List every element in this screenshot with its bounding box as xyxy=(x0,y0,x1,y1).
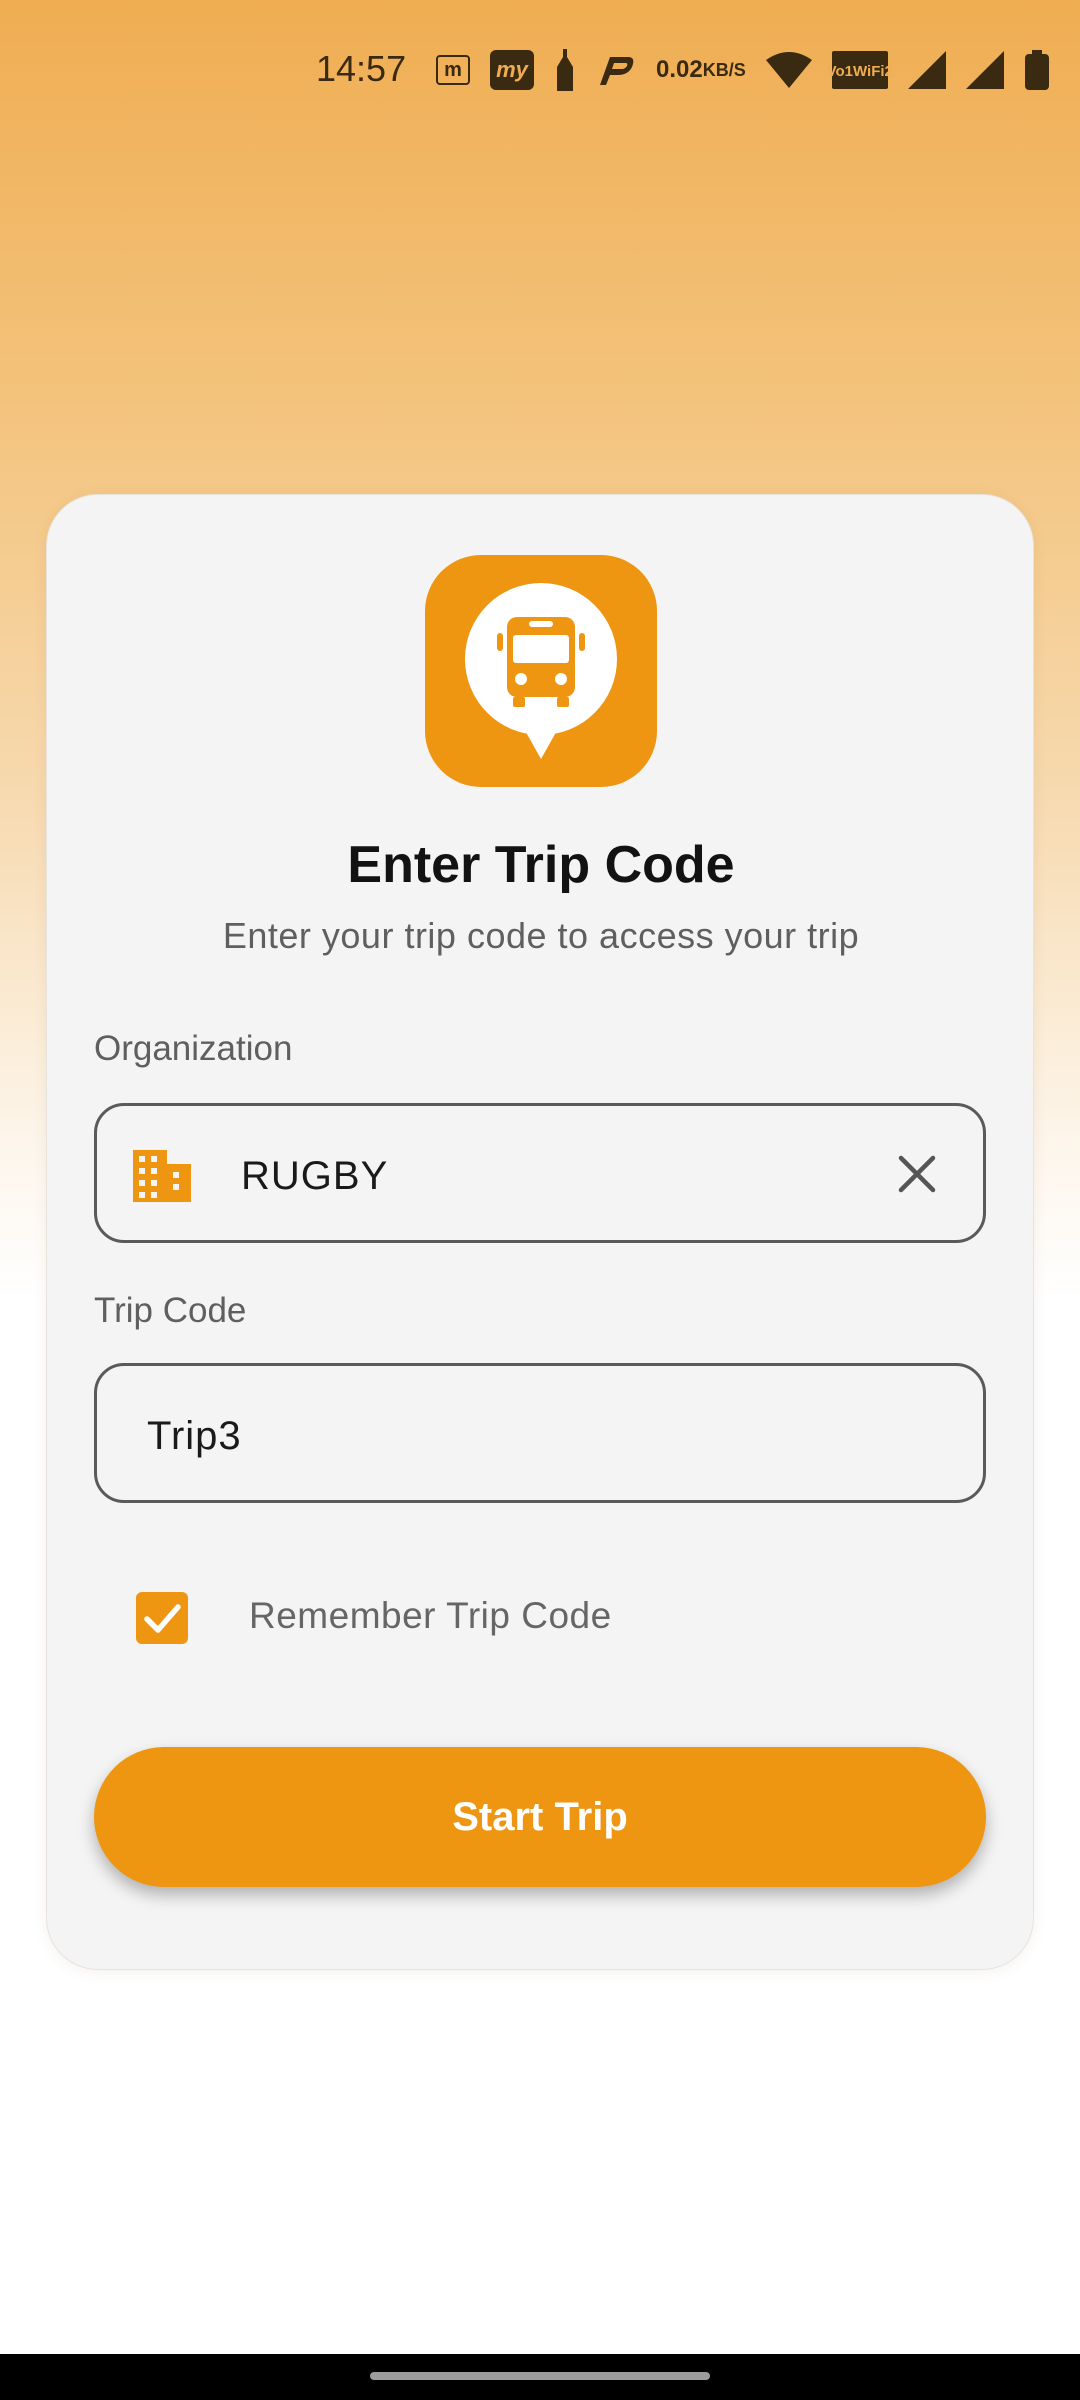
status-icons: m my 0.02 KB/S Vo 1 WiFi 2 xyxy=(436,44,1050,96)
volte-line2: WiFi xyxy=(853,62,885,80)
remember-label[interactable]: Remember Trip Code xyxy=(249,1595,612,1637)
signal-icon-sim1 xyxy=(907,51,946,89)
status-time: 14:57 xyxy=(316,48,407,89)
volte-line1: Vo xyxy=(826,62,845,80)
bus-pin-icon xyxy=(465,583,617,759)
trip-code-field[interactable]: Trip3 xyxy=(94,1363,986,1503)
network-speed-value: 0.02 xyxy=(656,56,703,83)
page-title: Enter Trip Code xyxy=(347,836,735,894)
start-trip-button[interactable]: Start Trip xyxy=(94,1747,986,1887)
my-app-icon: my xyxy=(490,50,534,90)
organization-value: RUGBY xyxy=(241,1154,389,1198)
trip-code-label: Trip Code xyxy=(94,1291,247,1330)
network-speed: 0.02 KB/S xyxy=(656,56,746,83)
page-subtitle: Enter your trip code to access your trip xyxy=(222,915,860,956)
remember-checkbox[interactable] xyxy=(136,1592,188,1644)
battery-icon xyxy=(1024,50,1050,90)
status-bar: 14:57 m my 0.02 KB/S Vo 1 WiFi 2 xyxy=(0,0,1080,140)
clear-icon[interactable] xyxy=(897,1154,937,1199)
trip-code-value: Trip3 xyxy=(147,1414,242,1458)
network-speed-unit: KB/S xyxy=(702,60,746,80)
organization-field[interactable]: RUGBY xyxy=(94,1103,986,1243)
trip-code-card: Enter Trip Code Enter your trip code to … xyxy=(46,494,1034,1970)
home-gesture-handle[interactable] xyxy=(370,2372,710,2380)
check-icon xyxy=(144,1604,181,1633)
volte-badge-1: 1 xyxy=(844,62,853,80)
bottle-icon xyxy=(554,49,576,91)
wifi-icon xyxy=(765,52,812,88)
navigation-bar xyxy=(0,2354,1080,2400)
organization-label: Organization xyxy=(94,1029,293,1068)
volte-badge-2: 2 xyxy=(884,62,893,80)
app-logo xyxy=(425,555,657,787)
building-icon xyxy=(133,1150,191,1207)
moneycontrol-icon: m xyxy=(436,55,470,85)
signal-icon-sim2 xyxy=(965,51,1004,89)
paytm-icon xyxy=(596,53,636,87)
volte-wifi-icon: Vo 1 WiFi 2 xyxy=(827,51,893,89)
